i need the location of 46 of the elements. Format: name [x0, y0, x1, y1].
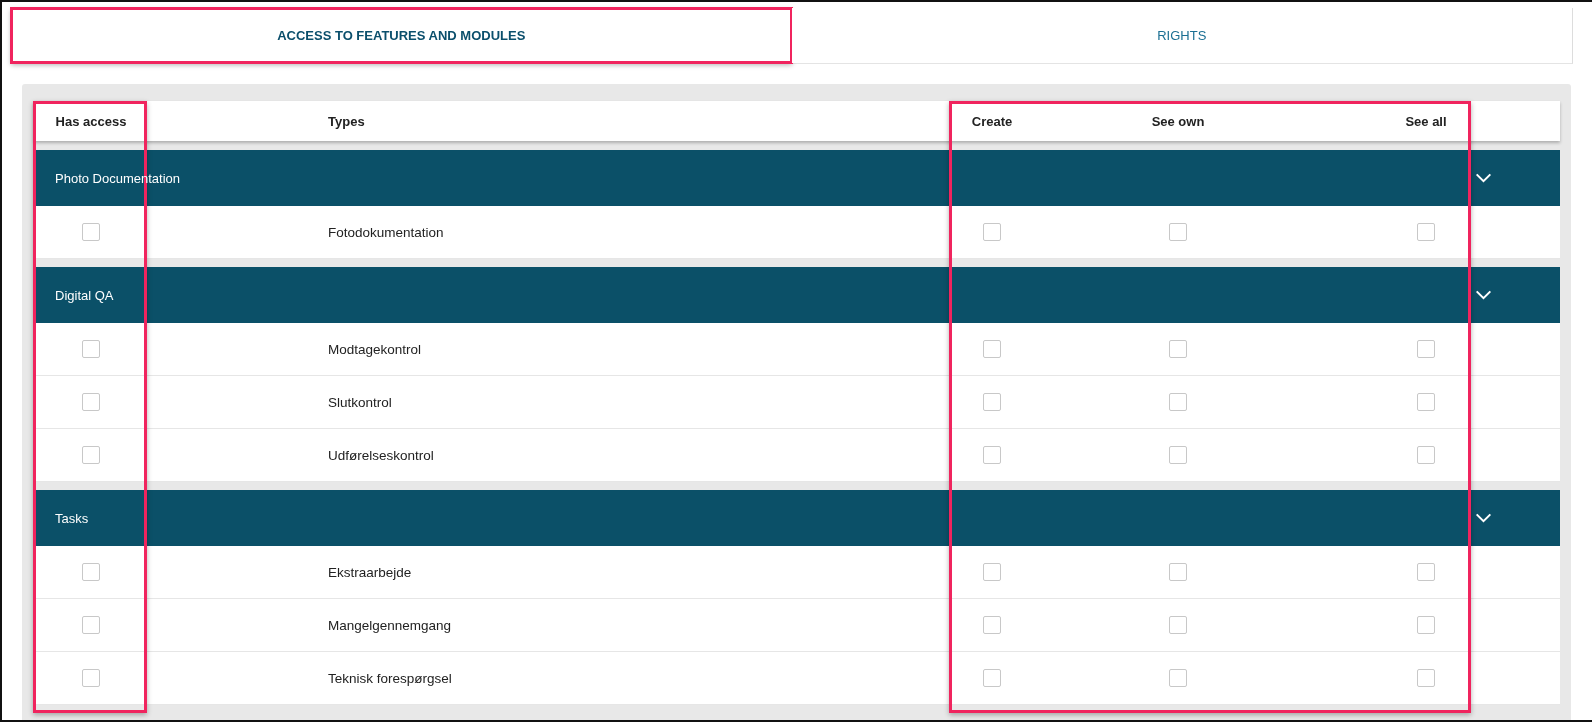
checkbox[interactable]	[82, 616, 100, 634]
column-header: Create	[970, 113, 1014, 129]
checkbox[interactable]	[983, 669, 1001, 687]
checkbox[interactable]	[1169, 393, 1187, 411]
chevron-down-icon[interactable]	[1475, 173, 1492, 183]
checkbox[interactable]	[1169, 340, 1187, 358]
group-title: Tasks	[55, 510, 89, 526]
chevron-down-icon[interactable]	[1475, 513, 1492, 523]
type-label: Udførelseskontrol	[327, 447, 435, 463]
type-label: Teknisk forespørgsel	[327, 670, 453, 686]
checkbox[interactable]	[82, 446, 100, 464]
type-label: Mangelgennemgang	[327, 617, 453, 633]
checkbox[interactable]	[983, 393, 1001, 411]
checkbox[interactable]	[1417, 340, 1435, 358]
checkbox[interactable]	[1169, 616, 1187, 634]
checkbox[interactable]	[1169, 223, 1187, 241]
checkbox[interactable]	[983, 616, 1001, 634]
chevron-down-icon[interactable]	[1475, 290, 1492, 300]
checkbox[interactable]	[82, 340, 100, 358]
checkbox[interactable]	[983, 223, 1001, 241]
type-label: Ekstraarbejde	[327, 564, 413, 580]
checkbox[interactable]	[1417, 393, 1435, 411]
checkbox[interactable]	[983, 563, 1001, 581]
checkbox[interactable]	[1417, 669, 1435, 687]
checkbox[interactable]	[1417, 563, 1435, 581]
checkbox[interactable]	[1417, 223, 1435, 241]
checkbox[interactable]	[1417, 616, 1435, 634]
column-header: Has access	[54, 113, 128, 129]
checkbox[interactable]	[1169, 446, 1187, 464]
checkbox[interactable]	[1169, 669, 1187, 687]
tab[interactable]: ACCESS TO FEATURES AND MODULES	[11, 8, 792, 63]
checkbox[interactable]	[1169, 563, 1187, 581]
checkbox[interactable]	[983, 446, 1001, 464]
checkbox[interactable]	[82, 669, 100, 687]
type-label: Modtagekontrol	[327, 341, 423, 357]
column-header: See own	[1150, 113, 1206, 129]
checkbox[interactable]	[82, 393, 100, 411]
checkbox[interactable]	[82, 563, 100, 581]
type-label: Fotodokumentation	[327, 224, 445, 240]
checkbox[interactable]	[1417, 446, 1435, 464]
checkbox[interactable]	[983, 340, 1001, 358]
type-label: Slutkontrol	[327, 394, 393, 410]
checkbox[interactable]	[82, 223, 100, 241]
group-title: Digital QA	[55, 287, 114, 303]
column-header: See all	[1404, 113, 1448, 129]
column-header: Types	[327, 113, 366, 129]
